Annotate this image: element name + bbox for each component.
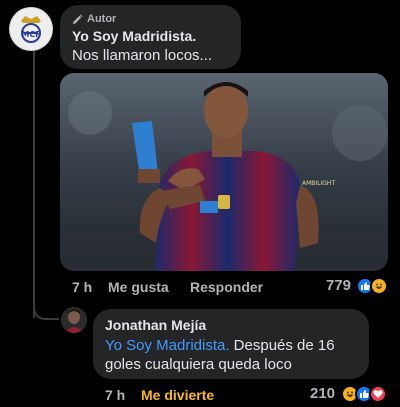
reply-reaction-icons[interactable]: [341, 385, 387, 403]
comment-actions: 7 h Me gusta Responder 779: [60, 277, 395, 295]
author-badge-label: Autor: [87, 13, 117, 25]
reply-reaction-count[interactable]: 210: [310, 385, 335, 402]
reaction-count[interactable]: 779: [326, 277, 351, 294]
reply-button[interactable]: Responder: [190, 279, 263, 295]
svg-text:MCF: MCF: [21, 30, 40, 39]
reply-avatar[interactable]: [61, 307, 87, 333]
reaction-icons[interactable]: [356, 277, 388, 295]
reply-bubble: Jonathan Mejía Yo Soy Madridista. Despué…: [93, 309, 369, 379]
thread-connector: [33, 300, 59, 320]
reply-timestamp[interactable]: 7 h: [105, 387, 125, 403]
user-photo-icon: [61, 307, 87, 333]
comment-text: Nos llamaron locos...: [72, 47, 213, 64]
author-badge: Autor: [72, 12, 229, 26]
svg-text:AMBILIGHT: AMBILIGHT: [302, 180, 335, 187]
thread-line: [33, 48, 35, 318]
comment-timestamp[interactable]: 7 h: [72, 279, 92, 295]
real-madrid-crest-icon: MCF: [10, 8, 52, 50]
haha-reaction-icon: [370, 277, 388, 295]
love-reaction-icon: [369, 385, 387, 403]
avatar[interactable]: MCF: [9, 7, 53, 51]
player-photo: AMBILIGHT: [60, 73, 388, 271]
mention-link[interactable]: Yo Soy Madridista.: [105, 337, 230, 354]
reaction-button[interactable]: Me divierte: [141, 387, 214, 403]
pencil-icon: [72, 14, 83, 24]
comment-photo[interactable]: AMBILIGHT: [60, 73, 388, 271]
reply-author-name[interactable]: Jonathan Mejía: [105, 317, 357, 333]
reply-text: Yo Soy Madridista. Después de 16 goles c…: [105, 336, 357, 374]
comment-author-name[interactable]: Yo Soy Madridista.: [72, 28, 229, 44]
reply-actions: 7 h Me divierte 210: [93, 385, 398, 403]
comment-bubble: Autor Yo Soy Madridista. Nos llamaron lo…: [60, 5, 241, 69]
like-button[interactable]: Me gusta: [108, 279, 169, 295]
